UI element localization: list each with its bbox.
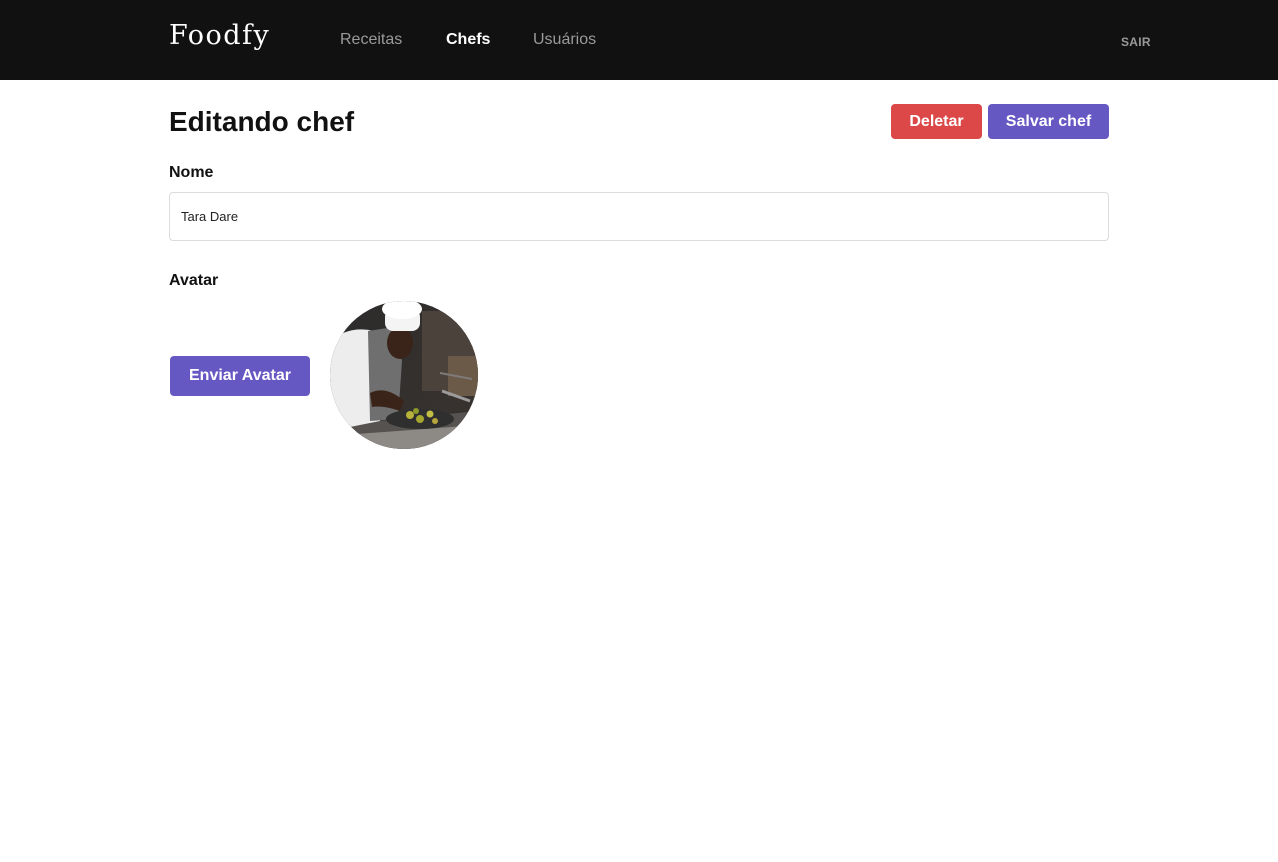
name-label: Nome <box>169 164 214 181</box>
nav-link-receitas[interactable]: Receitas <box>340 31 402 49</box>
nav-link-chefs[interactable]: Chefs <box>446 31 490 49</box>
chef-avatar-image <box>330 301 478 449</box>
nav-link-usuarios[interactable]: Usuários <box>533 31 596 49</box>
top-navbar: Foodfy Receitas Chefs Usuários SAIR <box>0 0 1278 80</box>
upload-avatar-button[interactable]: Enviar Avatar <box>170 356 310 396</box>
page-title: Editando chef <box>169 106 355 137</box>
delete-button[interactable]: Deletar <box>891 104 982 139</box>
logout-link[interactable]: SAIR <box>1121 35 1151 49</box>
foodfy-logo[interactable]: Foodfy <box>169 20 270 51</box>
avatar-label: Avatar <box>169 272 219 289</box>
save-chef-button[interactable]: Salvar chef <box>988 104 1109 139</box>
name-input[interactable] <box>169 192 1109 241</box>
